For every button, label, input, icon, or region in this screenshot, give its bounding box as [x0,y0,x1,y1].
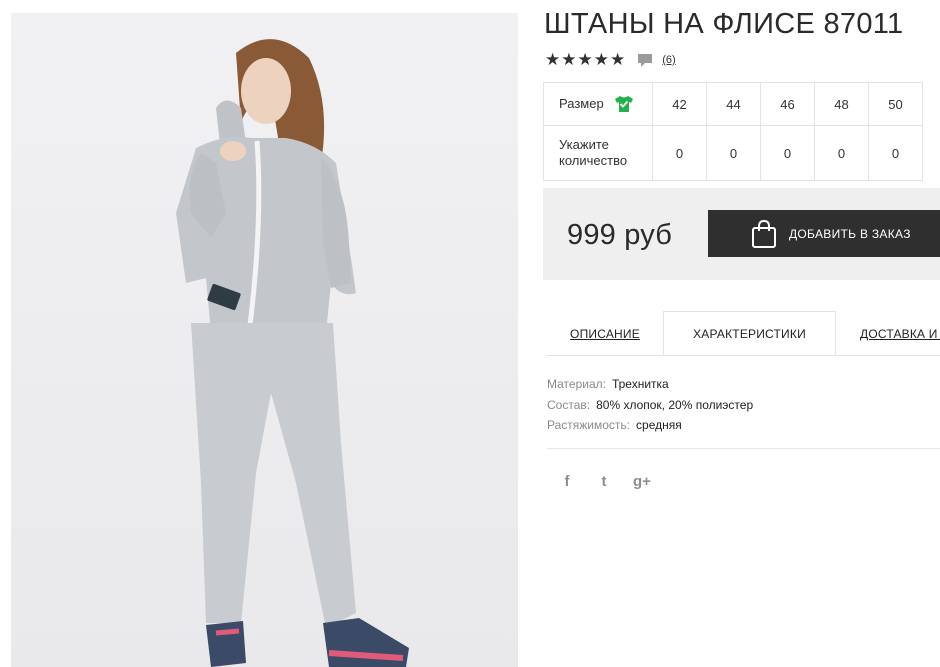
rating-stars: ★ ★ ★ ★ ★ [545,49,626,70]
size-option[interactable]: 44 [706,82,761,126]
google-plus-icon[interactable]: g+ [633,473,651,491]
spec-value: средняя [636,418,682,432]
spec-material: Материал: Трехнитка [547,374,753,395]
model-figure-image [176,39,409,667]
product-price: 999 руб [567,219,673,251]
tab-characteristics[interactable]: ХАРАКТЕРИСТИКИ [663,311,836,355]
facebook-icon[interactable]: f [559,473,575,491]
size-row: Размер 42 44 46 48 50 [543,82,923,126]
size-label-cell: Размер [543,82,653,126]
characteristics-list: Материал: Трехнитка Состав: 80% хлопок, 20… [547,374,753,436]
quantity-label: Укажите количество [543,125,653,181]
tab-description[interactable]: ОПИСАНИЕ [546,311,664,355]
quantity-row: Укажите количество 0 0 0 0 0 [543,125,923,181]
quantity-input[interactable]: 0 [814,125,869,181]
size-option[interactable]: 50 [868,82,923,126]
price-box: 999 руб ДОБАВИТЬ В ЗАКАЗ [543,188,940,280]
size-option[interactable]: 46 [760,82,815,126]
quantity-input[interactable]: 0 [760,125,815,181]
spec-key: Состав: [547,397,591,412]
review-count-link[interactable]: (6) [662,54,675,66]
product-tabs: ОПИСАНИЕ ХАРАКТЕРИСТИКИ ДОСТАВКА И ОПЛАТ… [546,311,940,356]
twitter-icon[interactable]: t [596,473,612,491]
star-icon: ★ [561,49,577,70]
size-quantity-table: Размер 42 44 46 48 50 Укажите количество… [543,82,923,181]
add-to-order-button[interactable]: ДОБАВИТЬ В ЗАКАЗ [708,210,940,257]
spec-stretch: Растяжимость: средняя [547,415,753,436]
tab-delivery[interactable]: ДОСТАВКА И ОПЛАТА [860,311,940,355]
spec-key: Материал: [547,377,606,391]
tab-description-label: ОПИСАНИЕ [570,326,640,341]
size-label: Размер [559,96,604,111]
star-icon: ★ [577,49,593,70]
size-option[interactable]: 42 [652,82,707,126]
quantity-input[interactable]: 0 [706,125,761,181]
quantity-input[interactable]: 0 [868,125,923,181]
star-icon: ★ [610,49,626,70]
star-icon: ★ [593,49,609,70]
shopping-bag-icon [751,219,777,249]
add-to-order-label: ДОБАВИТЬ В ЗАКАЗ [789,226,911,241]
size-chart-icon[interactable] [614,95,634,113]
tab-delivery-label: ДОСТАВКА И ОПЛАТА [860,326,940,341]
spec-value: Трехнитка [611,377,669,391]
tab-characteristics-label: ХАРАКТЕРИСТИКИ [693,327,806,341]
rating-row: ★ ★ ★ ★ ★ (6) [545,49,676,71]
product-title: ШТАНЫ НА ФЛИСЕ 87011 [544,8,904,40]
quantity-input[interactable]: 0 [652,125,707,181]
divider [547,448,940,449]
spec-composition: Состав: 80% хлопок, 20% полиэстер [547,395,753,416]
spec-key: Растяжимость: [547,418,631,432]
spec-value: 80% хлопок, 20% полиэстер [596,397,754,412]
comment-icon[interactable] [637,53,653,68]
star-icon: ★ [545,49,561,70]
social-share: f t g+ [559,473,651,491]
size-option[interactable]: 48 [814,82,869,126]
product-photo[interactable] [11,13,518,667]
